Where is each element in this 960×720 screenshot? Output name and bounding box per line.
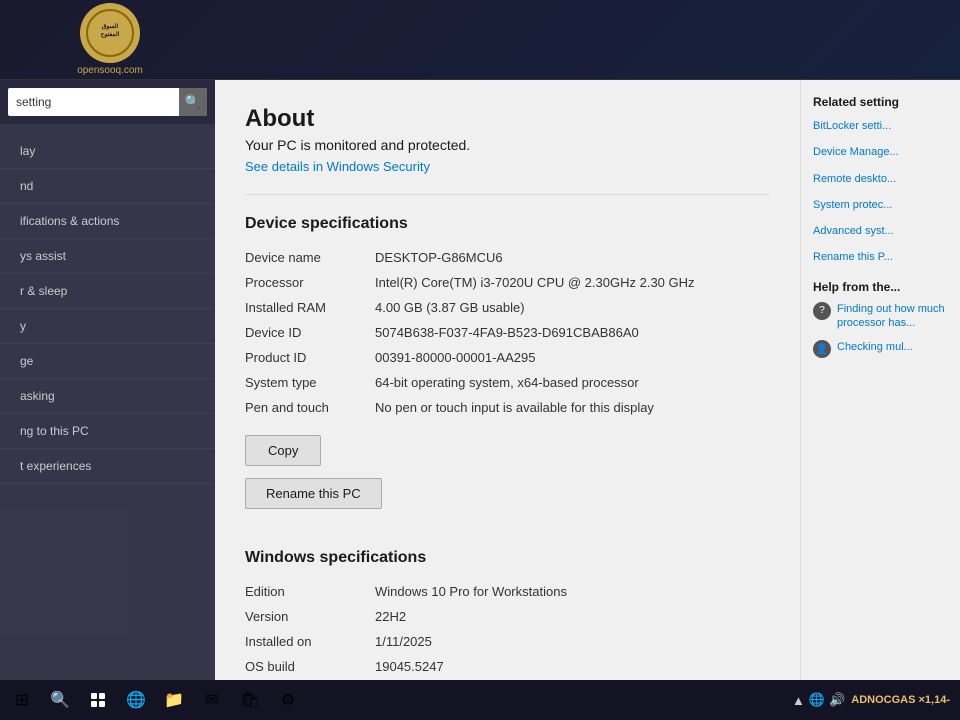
sidebar-item-ge[interactable]: ge xyxy=(0,344,215,379)
taskbar-right: ▲ 🌐 🔊 ADNOCGAS ×1,14- xyxy=(792,692,955,708)
installed-on-label: Installed on xyxy=(245,629,375,654)
sidebar-item-asking[interactable]: asking xyxy=(0,379,215,414)
wifi-icon: 🌐 xyxy=(809,692,825,708)
copy-button[interactable]: Copy xyxy=(245,435,321,466)
edition-value: Windows 10 Pro for Workstations xyxy=(375,579,770,604)
task-view-button[interactable] xyxy=(81,683,115,717)
store-icon[interactable]: 🛍 xyxy=(233,683,267,717)
content-area: About Your PC is monitored and protected… xyxy=(215,80,800,680)
product-id-label: Product ID xyxy=(245,345,375,370)
settings-icon[interactable]: ⚙ xyxy=(271,683,305,717)
about-title: About xyxy=(245,105,770,133)
search-button[interactable]: 🔍 xyxy=(179,88,207,116)
help-item-2: 👤 Checking mul... xyxy=(813,340,948,358)
start-button[interactable]: ⊞ xyxy=(5,683,39,717)
rename-pc-button[interactable]: Rename this PC xyxy=(245,478,382,509)
ram-value: 4.00 GB (3.87 GB usable) xyxy=(375,295,770,320)
related-link-advanced-system[interactable]: Advanced syst... xyxy=(813,224,948,238)
sidebar-item-nd[interactable]: nd xyxy=(0,169,215,204)
table-row: Processor Intel(R) Core(TM) i3-7020U CPU… xyxy=(245,270,770,295)
sidebar-nav: lay nd ifications & actions ys assist r … xyxy=(0,124,215,680)
pen-touch-value: No pen or touch input is available for t… xyxy=(375,395,770,420)
related-link-device-manager[interactable]: Device Manage... xyxy=(813,145,948,159)
help-title: Help from the... xyxy=(813,280,948,294)
windows-specs-title: Windows specifications xyxy=(245,549,770,567)
right-panel: Related setting BitLocker setti... Devic… xyxy=(800,80,960,680)
security-status: Your PC is monitored and protected. xyxy=(245,137,770,153)
taskbar: ⊞ 🔍 🌐 📁 ✉ 🛍 ⚙ ▲ 🌐 🔊 ADNOCGAS ×1,14- xyxy=(0,680,960,720)
main-area: 🔍 lay nd ifications & actions ys assist … xyxy=(0,80,960,680)
tray-icons: ▲ xyxy=(792,693,805,708)
installed-on-value: 1/11/2025 xyxy=(375,629,770,654)
sidebar-item-connecting[interactable]: ng to this PC xyxy=(0,414,215,449)
device-id-label: Device ID xyxy=(245,320,375,345)
help-item-1: ? Finding out how much processor has... xyxy=(813,302,948,331)
logo-area: السوق المفتوح opensooq.com xyxy=(10,3,210,76)
taskbar-brand: ADNOCGAS ×1,14- xyxy=(851,694,950,706)
table-row: Edition Windows 10 Pro for Workstations xyxy=(245,579,770,604)
sidebar: 🔍 lay nd ifications & actions ys assist … xyxy=(0,80,215,680)
system-tray: ▲ 🌐 🔊 xyxy=(792,692,845,708)
mail-icon[interactable]: ✉ xyxy=(195,683,229,717)
top-bar: السوق المفتوح opensooq.com xyxy=(0,0,960,80)
table-row: Product ID 00391-80000-00001-AA295 xyxy=(245,345,770,370)
svg-text:السوق: السوق xyxy=(102,23,119,30)
sidebar-item-assist[interactable]: ys assist xyxy=(0,239,215,274)
device-name-value: DESKTOP-G86MCU6 xyxy=(375,245,770,270)
table-row: Installed on 1/11/2025 xyxy=(245,629,770,654)
specs-table: Device name DESKTOP-G86MCU6 Processor In… xyxy=(245,245,770,420)
logo-text: opensooq.com xyxy=(77,65,143,76)
device-id-value: 5074B638-F037-4FA9-B523-D691CBAB86A0 xyxy=(375,320,770,345)
table-row: Version 22H2 xyxy=(245,604,770,629)
related-link-system-protection[interactable]: System protec... xyxy=(813,198,948,212)
windows-specs-table: Edition Windows 10 Pro for Workstations … xyxy=(245,579,770,680)
help-icon-2: 👤 xyxy=(813,340,831,358)
search-taskbar-button[interactable]: 🔍 xyxy=(43,683,77,717)
device-specs-title: Device specifications xyxy=(245,215,770,233)
ram-label: Installed RAM xyxy=(245,295,375,320)
sidebar-item-experiences[interactable]: t experiences xyxy=(0,449,215,484)
edge-icon[interactable]: 🌐 xyxy=(119,683,153,717)
volume-icon: 🔊 xyxy=(829,692,845,708)
sidebar-item-y[interactable]: y xyxy=(0,309,215,344)
product-id-value: 00391-80000-00001-AA295 xyxy=(375,345,770,370)
table-row: Pen and touch No pen or touch input is a… xyxy=(245,395,770,420)
device-name-label: Device name xyxy=(245,245,375,270)
sidebar-item-lay[interactable]: lay xyxy=(0,134,215,169)
related-settings-title: Related setting xyxy=(813,95,948,109)
table-row: Installed RAM 4.00 GB (3.87 GB usable) xyxy=(245,295,770,320)
search-bar: 🔍 xyxy=(0,80,215,124)
explorer-icon[interactable]: 📁 xyxy=(157,683,191,717)
logo-circle: السوق المفتوح xyxy=(80,3,140,63)
system-type-label: System type xyxy=(245,370,375,395)
version-value: 22H2 xyxy=(375,604,770,629)
os-build-label: OS build xyxy=(245,654,375,679)
related-link-bitlocker[interactable]: BitLocker setti... xyxy=(813,119,948,133)
security-link[interactable]: See details in Windows Security xyxy=(245,159,770,174)
help-text-1[interactable]: Finding out how much processor has... xyxy=(837,302,948,331)
table-row: Device ID 5074B638-F037-4FA9-B523-D691CB… xyxy=(245,320,770,345)
svg-text:المفتوح: المفتوح xyxy=(101,31,120,38)
edition-label: Edition xyxy=(245,579,375,604)
sidebar-item-notifications[interactable]: ifications & actions xyxy=(0,204,215,239)
os-build-value: 19045.5247 xyxy=(375,654,770,679)
pen-touch-label: Pen and touch xyxy=(245,395,375,420)
processor-value: Intel(R) Core(TM) i3-7020U CPU @ 2.30GHz… xyxy=(375,270,770,295)
sidebar-item-sleep[interactable]: r & sleep xyxy=(0,274,215,309)
help-text-2[interactable]: Checking mul... xyxy=(837,340,913,354)
related-link-rename-pc[interactable]: Rename this P... xyxy=(813,250,948,264)
related-link-remote-desktop[interactable]: Remote deskto... xyxy=(813,172,948,186)
help-icon-1: ? xyxy=(813,302,831,320)
processor-label: Processor xyxy=(245,270,375,295)
table-row: Device name DESKTOP-G86MCU6 xyxy=(245,245,770,270)
version-label: Version xyxy=(245,604,375,629)
table-row: OS build 19045.5247 xyxy=(245,654,770,679)
table-row: System type 64-bit operating system, x64… xyxy=(245,370,770,395)
search-input[interactable] xyxy=(8,90,179,114)
system-type-value: 64-bit operating system, x64-based proce… xyxy=(375,370,770,395)
